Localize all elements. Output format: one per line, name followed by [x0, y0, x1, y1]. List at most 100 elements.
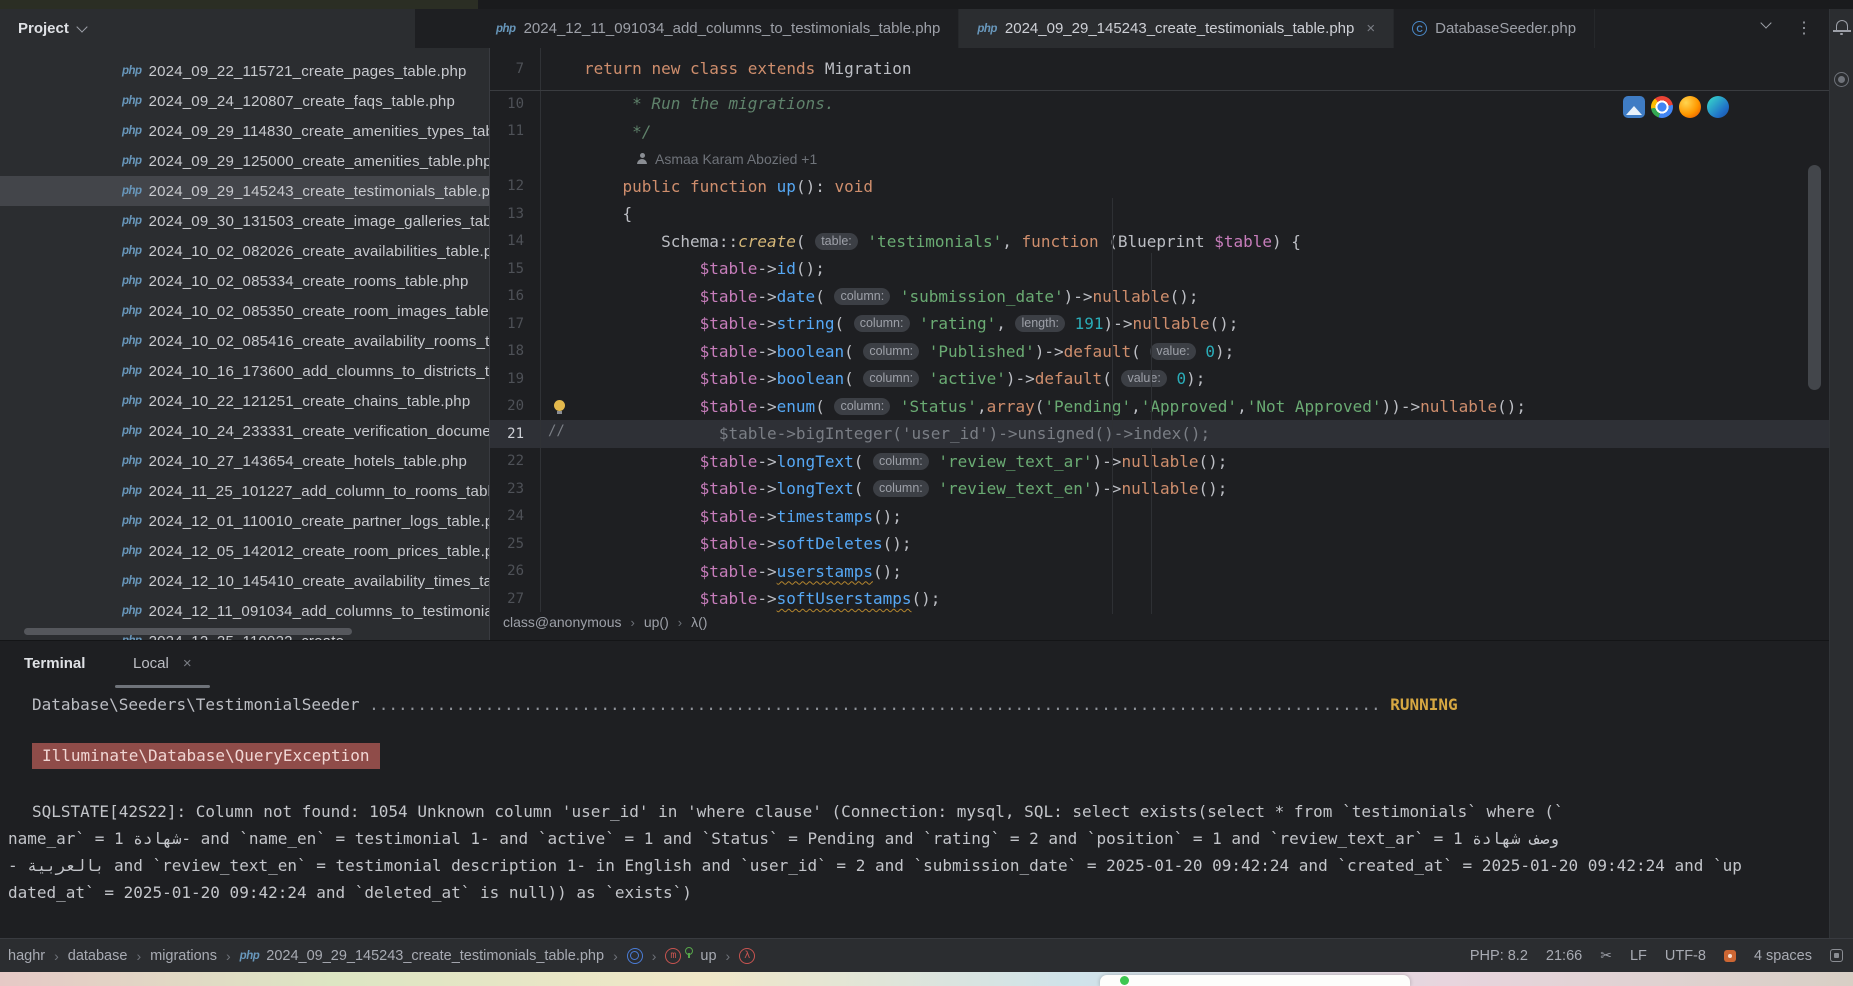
status-widget[interactable]: 4 spaces	[1754, 948, 1812, 964]
status-breadcrumb-item[interactable]: migrations	[150, 948, 217, 964]
breadcrumb-separator-icon: ›	[726, 948, 731, 964]
code-line[interactable]: 19 $table->boolean( column: 'active')->d…	[490, 365, 1829, 393]
more-options-button[interactable]: ⋮	[1796, 18, 1812, 38]
status-widget[interactable]: 21:66	[1546, 948, 1582, 964]
project-file-item[interactable]: php2024_10_02_085350_create_room_images_…	[0, 296, 490, 326]
project-file-item[interactable]: php2024_10_16_173600_add_cloumns_to_dist…	[0, 356, 490, 386]
line-number: 27	[490, 591, 540, 607]
edge-icon[interactable]	[1707, 96, 1729, 118]
gutter-annotations	[540, 393, 584, 421]
firefox-icon[interactable]	[1679, 96, 1701, 118]
project-file-item[interactable]: php2024_12_10_145410_create_availability…	[0, 566, 490, 596]
project-file-item[interactable]: php2024_09_29_125000_create_amenities_ta…	[0, 146, 490, 176]
tool-window-icon[interactable]	[1834, 72, 1849, 87]
status-breadcrumb-item[interactable]: λ	[739, 948, 755, 964]
terminal-panel[interactable]: Terminal Local × Database\Seeders\Testim…	[0, 640, 1829, 938]
editor-tab[interactable]: php2024_12_11_091034_add_columns_to_test…	[478, 9, 959, 48]
code-text: $table->boolean( column: 'Published')->d…	[584, 338, 1234, 366]
code-line[interactable]: 20 $table->enum( column: 'Status',array(…	[490, 393, 1829, 421]
code-line[interactable]: Asmaa Karam Abozied +1	[490, 145, 1829, 173]
preview-icon[interactable]	[1623, 96, 1645, 118]
parameter-hint: column:	[834, 288, 890, 305]
status-widget[interactable]	[1830, 949, 1843, 962]
code-line[interactable]: 15 $table->id();	[490, 255, 1829, 283]
sticky-code-line[interactable]: 7return new class extends Migration	[490, 48, 1829, 91]
line-number: 10	[490, 96, 540, 112]
code-line[interactable]: 13 {	[490, 200, 1829, 228]
code-line[interactable]: 23 $table->longText( column: 'review_tex…	[490, 475, 1829, 503]
status-widget[interactable]	[1724, 950, 1736, 962]
project-file-item[interactable]: php2024_10_27_143654_create_hotels_table…	[0, 446, 490, 476]
code-line[interactable]: 16 $table->date( column: 'submission_dat…	[490, 283, 1829, 311]
status-widget[interactable]: ✂	[1600, 948, 1612, 964]
notifications-button[interactable]	[1836, 20, 1848, 30]
project-file-item[interactable]: php2024_10_02_085416_create_availability…	[0, 326, 490, 356]
terminal-title[interactable]: Terminal	[24, 655, 85, 672]
code-line[interactable]: 21// $table->bigInteger('user_id')->unsi…	[490, 420, 1829, 448]
code-line[interactable]: 7return new class extends Migration	[490, 55, 912, 83]
code-line[interactable]: 14 Schema::create( table: 'testimonials'…	[490, 228, 1829, 256]
code-line[interactable]: 27 $table->softUserstamps();	[490, 585, 1829, 613]
code-line[interactable]: 25 $table->softDeletes();	[490, 530, 1829, 558]
code-line[interactable]: 12 public function up(): void	[490, 173, 1829, 201]
status-widget-label: 4 spaces	[1754, 948, 1812, 964]
project-file-item[interactable]: php2024_12_01_110010_create_partner_logs…	[0, 506, 490, 536]
chrome-icon[interactable]	[1651, 96, 1673, 118]
editor-tab[interactable]: php2024_09_29_145243_create_testimonials…	[959, 9, 1394, 48]
close-icon[interactable]: ×	[1366, 20, 1375, 37]
line-number: 7	[490, 61, 540, 77]
project-file-item[interactable]: php2024_09_29_145243_create_testimonials…	[0, 176, 490, 206]
code-lines[interactable]: 10 * Run the migrations.11 */Asmaa Karam…	[490, 90, 1829, 613]
status-breadcrumb-item[interactable]: mup	[665, 948, 716, 964]
chevron-down-icon[interactable]	[76, 21, 87, 32]
project-file-item[interactable]: php2024_09_30_131503_create_image_galler…	[0, 206, 490, 236]
line-number: 15	[490, 261, 540, 277]
status-breadcrumb-item[interactable]: haghr	[8, 948, 45, 964]
breadcrumb-item[interactable]: class@anonymous	[503, 614, 622, 630]
status-breadcrumb-item[interactable]: database	[68, 948, 128, 964]
parameter-hint: column:	[863, 370, 919, 387]
tab-label: 2024_12_11_091034_add_columns_to_testimo…	[524, 20, 941, 37]
php-file-icon: php	[122, 185, 142, 197]
tab-options-dropdown[interactable]	[1762, 22, 1770, 27]
code-line[interactable]: 22 $table->longText( column: 'review_tex…	[490, 448, 1829, 476]
project-file-item[interactable]: php2024_10_22_121251_create_chains_table…	[0, 386, 490, 416]
code-line[interactable]: 24 $table->timestamps();	[490, 503, 1829, 531]
lightbulb-icon[interactable]	[554, 400, 565, 411]
status-widget[interactable]: LF	[1630, 948, 1647, 964]
project-file-item[interactable]: php2024_09_22_115721_create_pages_table.…	[0, 56, 490, 86]
code-line[interactable]: 26 $table->userstamps();	[490, 558, 1829, 586]
horizontal-scrollbar[interactable]	[24, 628, 352, 635]
project-file-item[interactable]: php2024_12_05_142012_create_room_prices_…	[0, 536, 490, 566]
file-name: 2024_12_01_110010_create_partner_logs_ta…	[149, 513, 490, 530]
breadcrumb-item[interactable]: λ()	[691, 614, 707, 630]
project-file-item[interactable]: php2024_11_25_101227_add_column_to_rooms…	[0, 476, 490, 506]
editor-scrollbar[interactable]	[1808, 165, 1821, 390]
project-file-item[interactable]: php2024_10_24_233331_create_verification…	[0, 416, 490, 446]
status-breadcrumb-item[interactable]	[627, 948, 643, 964]
status-breadcrumb-item[interactable]: php2024_09_29_145243_create_testimonials…	[240, 948, 604, 964]
author-annotation[interactable]: Asmaa Karam Abozied +1	[584, 151, 817, 167]
scissors-icon: ✂	[1600, 948, 1612, 964]
close-icon[interactable]: ×	[183, 655, 192, 672]
code-line[interactable]: 11 */	[490, 118, 1829, 146]
breadcrumb-item[interactable]: up()	[644, 614, 669, 630]
status-widget-label: UTF-8	[1665, 948, 1706, 964]
terminal-tab-local[interactable]: Local ×	[133, 655, 192, 672]
editor-tab[interactable]: CDatabaseSeeder.php	[1394, 9, 1595, 48]
code-text: Schema::create( table: 'testimonials', f…	[584, 228, 1301, 256]
code-line[interactable]: 17 $table->string( column: 'rating', len…	[490, 310, 1829, 338]
error-text-line: - بالعربية and `review_text_en` = testim…	[8, 856, 1742, 875]
code-line[interactable]: 18 $table->boolean( column: 'Published')…	[490, 338, 1829, 366]
status-widget[interactable]: UTF-8	[1665, 948, 1706, 964]
project-panel-header[interactable]: Project	[0, 9, 415, 48]
code-text: $table->string( column: 'rating', length…	[584, 310, 1238, 338]
project-file-item[interactable]: php2024_09_29_114830_create_amenities_ty…	[0, 116, 490, 146]
project-file-item[interactable]: php2024_10_02_085334_create_rooms_table.…	[0, 266, 490, 296]
code-editor[interactable]: 7return new class extends Migration 10 *…	[490, 48, 1829, 640]
project-file-item[interactable]: php2024_12_11_091034_add_columns_to_test…	[0, 596, 490, 626]
project-file-tree[interactable]: php2024_09_22_115721_create_pages_table.…	[0, 48, 490, 640]
status-widget[interactable]: PHP: 8.2	[1470, 948, 1528, 964]
project-file-item[interactable]: php2024_10_02_082026_create_availabiliti…	[0, 236, 490, 266]
project-file-item[interactable]: php2024_09_24_120807_create_faqs_table.p…	[0, 86, 490, 116]
